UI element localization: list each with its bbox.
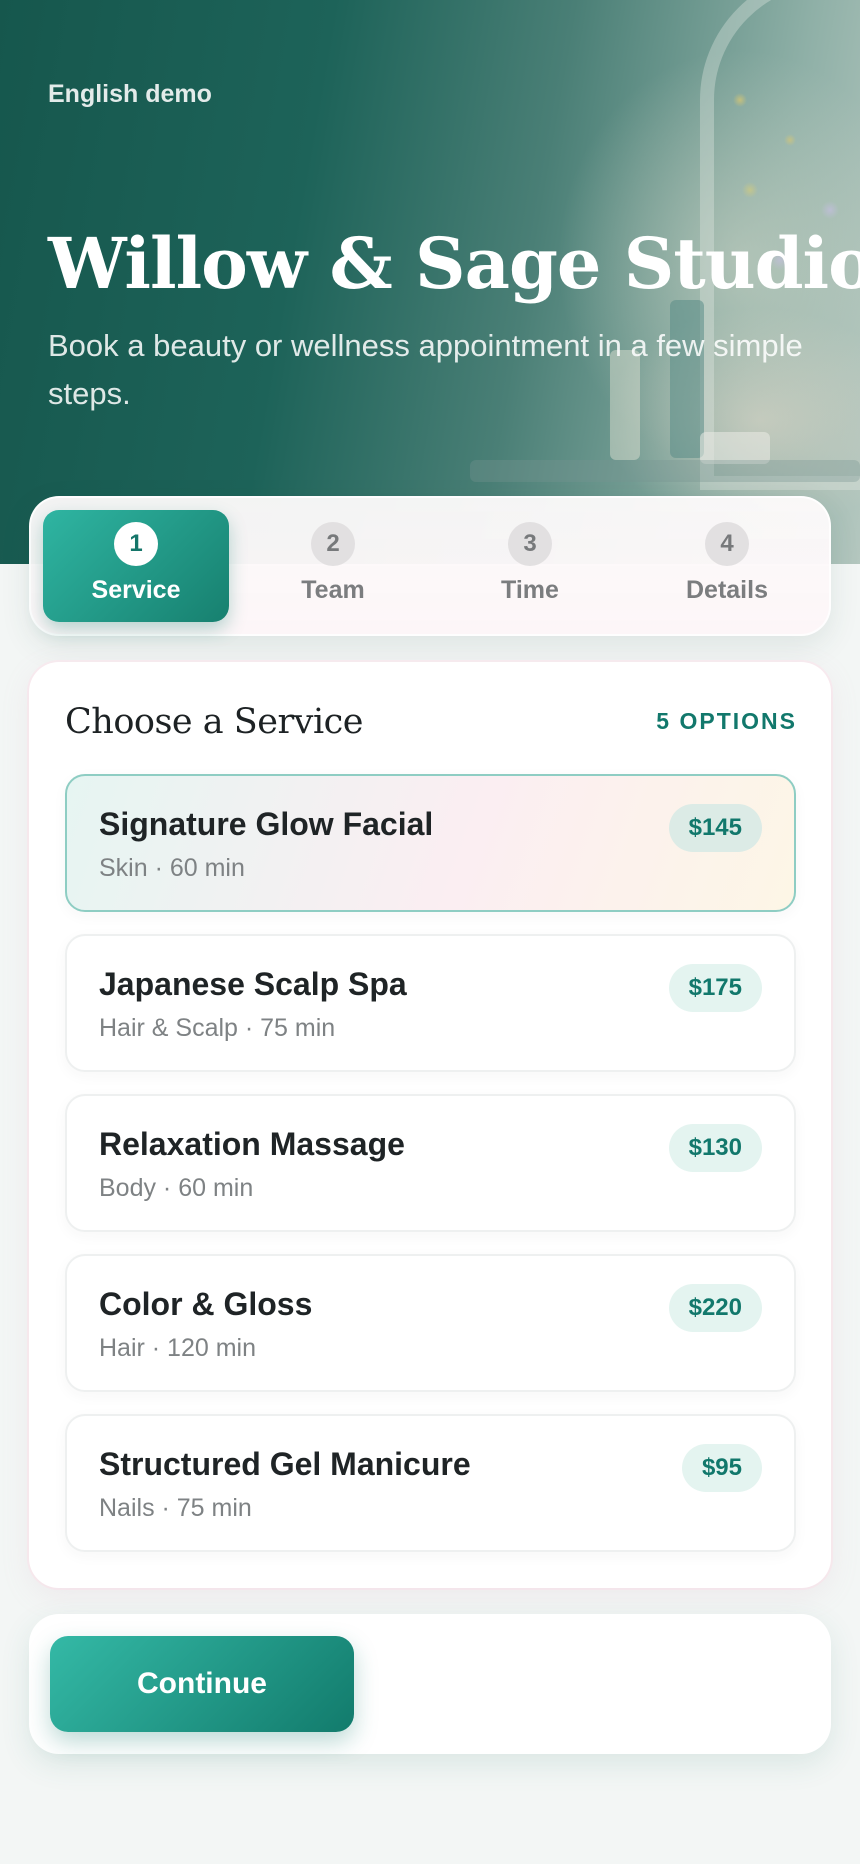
- service-name: Structured Gel Manicure: [99, 1446, 471, 1482]
- service-option-japanese-scalp-spa[interactable]: Japanese Scalp Spa Hair & Scalp · 75 min…: [65, 934, 796, 1072]
- step-number: 2: [311, 522, 355, 566]
- service-name: Signature Glow Facial: [99, 806, 434, 842]
- step-service[interactable]: 1 Service: [43, 510, 229, 622]
- step-label: Team: [301, 576, 365, 604]
- service-price-badge: $175: [668, 964, 762, 1012]
- booking-stepper: 1 Service 2 Team 3 Time 4 Details: [29, 496, 831, 636]
- service-name: Color & Gloss: [99, 1286, 313, 1322]
- service-price-badge: $145: [668, 804, 762, 852]
- hero-banner: English demo Willow & Sage Studio Book a…: [0, 0, 860, 564]
- step-number: 4: [705, 522, 749, 566]
- hero-shelf-decoration: [470, 460, 860, 482]
- hero-jar-decoration: [700, 432, 770, 464]
- step-number: 3: [508, 522, 552, 566]
- service-option-color-gloss[interactable]: Color & Gloss Hair · 120 min $220: [65, 1254, 796, 1392]
- studio-title: Willow & Sage Studio: [48, 222, 860, 305]
- language-label: English demo: [48, 80, 212, 108]
- service-price-badge: $220: [668, 1284, 762, 1332]
- step-team[interactable]: 2 Team: [240, 510, 426, 622]
- options-count-badge: 5 OPTIONS: [656, 708, 797, 734]
- step-time[interactable]: 3 Time: [437, 510, 623, 622]
- continue-button[interactable]: Continue: [50, 1636, 354, 1732]
- service-price-badge: $130: [668, 1124, 762, 1172]
- service-meta: Nails · 75 min: [99, 1494, 252, 1522]
- step-label: Details: [686, 576, 768, 604]
- service-option-signature-glow-facial[interactable]: Signature Glow Facial Skin · 60 min $145: [65, 774, 796, 912]
- service-name: Japanese Scalp Spa: [99, 966, 407, 1002]
- step-details[interactable]: 4 Details: [634, 510, 820, 622]
- step-number: 1: [114, 522, 158, 566]
- service-option-relaxation-massage[interactable]: Relaxation Massage Body · 60 min $130: [65, 1094, 796, 1232]
- service-meta: Body · 60 min: [99, 1174, 254, 1202]
- service-meta: Hair & Scalp · 75 min: [99, 1014, 336, 1042]
- service-selection-panel: Choose a Service 5 OPTIONS Signature Glo…: [29, 662, 831, 1588]
- service-meta: Hair · 120 min: [99, 1334, 256, 1362]
- service-price-badge: $95: [681, 1444, 762, 1492]
- studio-subtitle: Book a beauty or wellness appointment in…: [48, 328, 803, 411]
- panel-title: Choose a Service: [65, 702, 363, 742]
- service-option-structured-gel-manicure[interactable]: Structured Gel Manicure Nails · 75 min $…: [65, 1414, 796, 1552]
- step-label: Time: [501, 576, 559, 604]
- step-label: Service: [91, 576, 181, 604]
- service-name: Relaxation Massage: [99, 1126, 405, 1162]
- service-meta: Skin · 60 min: [99, 854, 245, 882]
- action-footer: Continue: [29, 1614, 831, 1754]
